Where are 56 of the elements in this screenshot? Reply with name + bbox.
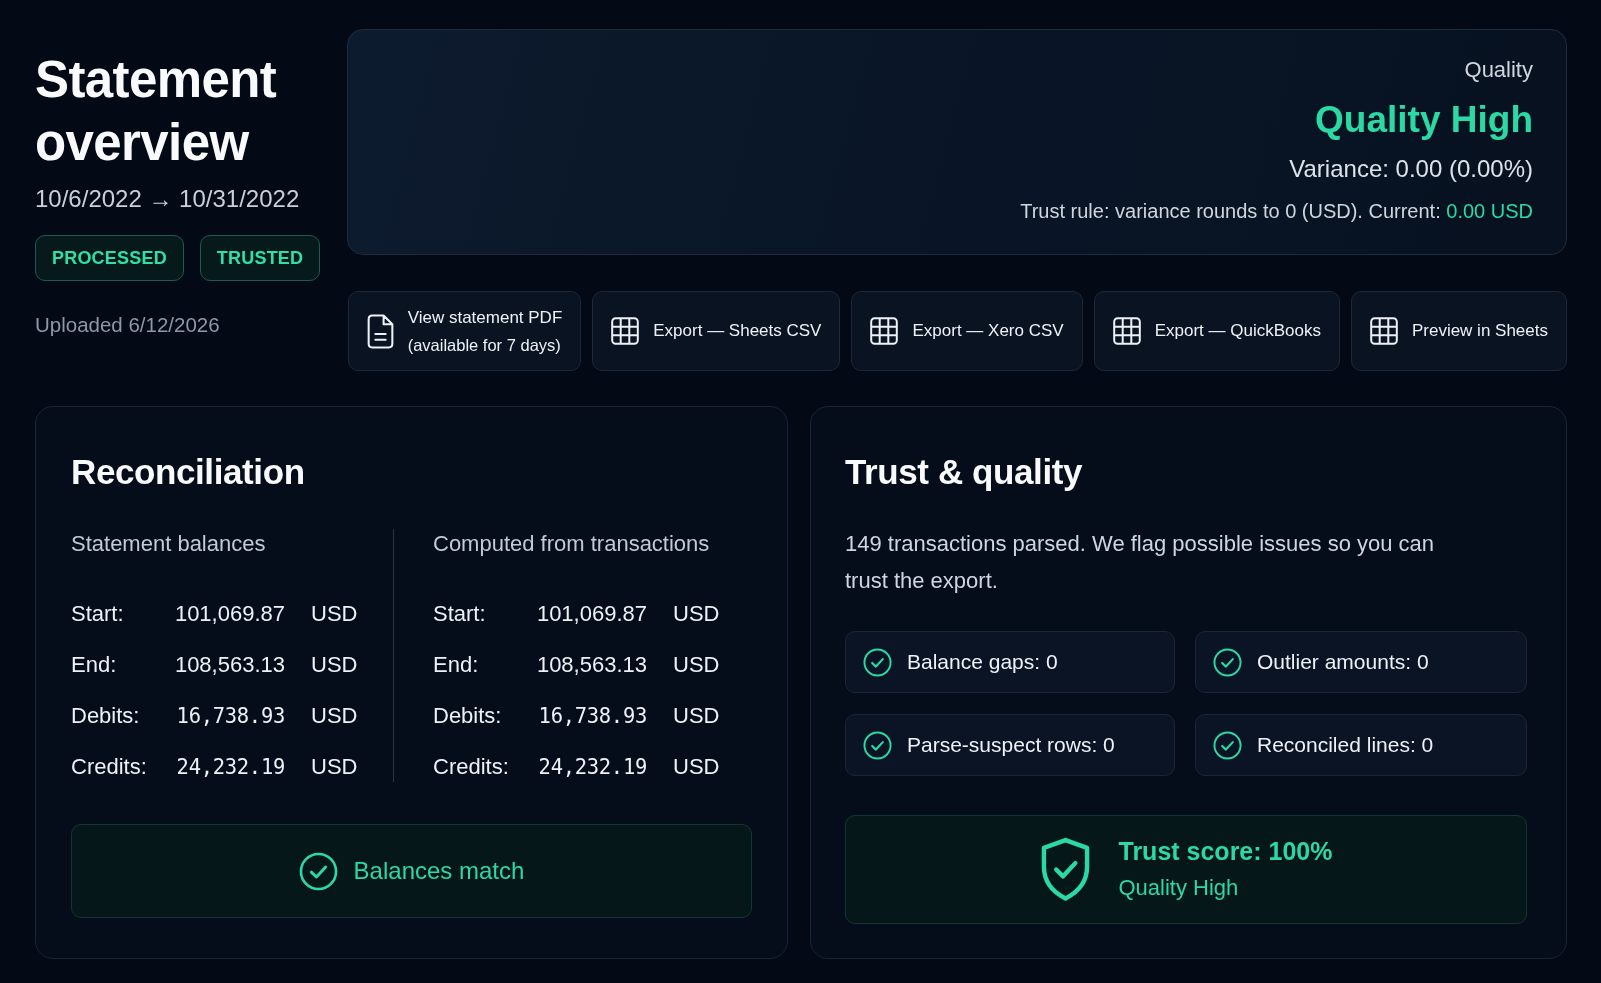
currency-text: USD bbox=[311, 651, 358, 679]
row-label: Start: bbox=[433, 600, 486, 628]
currency-text: USD bbox=[311, 702, 358, 730]
date-range-text: 10/6/2022 → 10/31/2022 bbox=[35, 184, 300, 214]
amount-value: 24,232.19 bbox=[176, 754, 285, 781]
action-button[interactable]: Export — Xero CSV bbox=[851, 291, 1083, 371]
row-label: Debits: bbox=[433, 702, 502, 730]
trust-score-text: Trust score: 100% bbox=[1118, 835, 1333, 867]
row-label: End: bbox=[71, 651, 117, 679]
row-label: Debits: bbox=[71, 702, 140, 730]
currency-text: USD bbox=[673, 753, 720, 781]
status-badge: PROCESSED bbox=[35, 235, 184, 281]
currency-text: USD bbox=[311, 600, 358, 628]
check-label: Parse-suspect rows: 0 bbox=[907, 732, 1115, 758]
description-text: 149 transactions parsed. We flag possible issues so you can trust the export. bbox=[845, 530, 1436, 595]
amount-value: 101,069.87 bbox=[174, 600, 285, 628]
trust-rule-text: Trust rule: variance rounds to 0 (USD). Current: 0.00 USD bbox=[1020, 199, 1533, 224]
shield-check-icon bbox=[1039, 837, 1091, 902]
currency-text: USD bbox=[673, 651, 720, 679]
grid-icon bbox=[870, 317, 899, 345]
quality-text: Quality High bbox=[1118, 873, 1239, 902]
page-title: Statement overview bbox=[35, 50, 278, 173]
grid-icon bbox=[1369, 317, 1398, 345]
action-button[interactable]: Export — QuickBooks bbox=[1093, 291, 1340, 371]
amount-value: 101,069.87 bbox=[536, 600, 647, 628]
amount-value: 24,232.19 bbox=[538, 754, 647, 781]
amount-value: 16,738.93 bbox=[538, 703, 647, 730]
card-title: Trust & quality bbox=[845, 451, 1083, 493]
amount-value: 16,738.93 bbox=[176, 703, 285, 730]
status-badge: TRUSTED bbox=[199, 235, 321, 281]
action-button[interactable]: Export — Sheets CSV bbox=[592, 291, 841, 371]
section-heading: Statement balances bbox=[71, 530, 266, 558]
currency-text: USD bbox=[311, 753, 358, 781]
quality-label: Quality bbox=[1464, 57, 1533, 83]
row-label: Credits: bbox=[433, 753, 509, 781]
currency-text: USD bbox=[673, 702, 720, 730]
row-label: Credits: bbox=[71, 753, 147, 781]
amount-value: 108,563.13 bbox=[536, 651, 647, 679]
uploaded-date-text: Uploaded 6/12/2026 bbox=[35, 313, 220, 337]
variance-text: Variance: 0.00 (0.00%) bbox=[1289, 154, 1533, 184]
amount-value: 108,563.13 bbox=[174, 651, 285, 679]
currency-text: USD bbox=[673, 600, 720, 628]
action-button[interactable]: Preview in Sheets bbox=[1350, 291, 1567, 371]
check-label: Reconciled lines: 0 bbox=[1257, 732, 1434, 758]
card-title: Reconciliation bbox=[71, 451, 305, 493]
grid-icon bbox=[611, 317, 640, 345]
grid-icon bbox=[1112, 317, 1141, 345]
quality-level-text: Quality High bbox=[1315, 98, 1533, 142]
row-label: End: bbox=[433, 651, 479, 679]
action-button[interactable]: View statement PDF (available for 7 days) bbox=[347, 291, 582, 371]
check-label: Balance gaps: 0 bbox=[907, 649, 1058, 675]
check-label: Outlier amounts: 0 bbox=[1257, 649, 1429, 675]
document-icon bbox=[366, 313, 394, 349]
row-label: Start: bbox=[71, 600, 124, 628]
status-text: Balances match bbox=[353, 856, 525, 886]
section-heading: Computed from transactions bbox=[433, 530, 710, 558]
